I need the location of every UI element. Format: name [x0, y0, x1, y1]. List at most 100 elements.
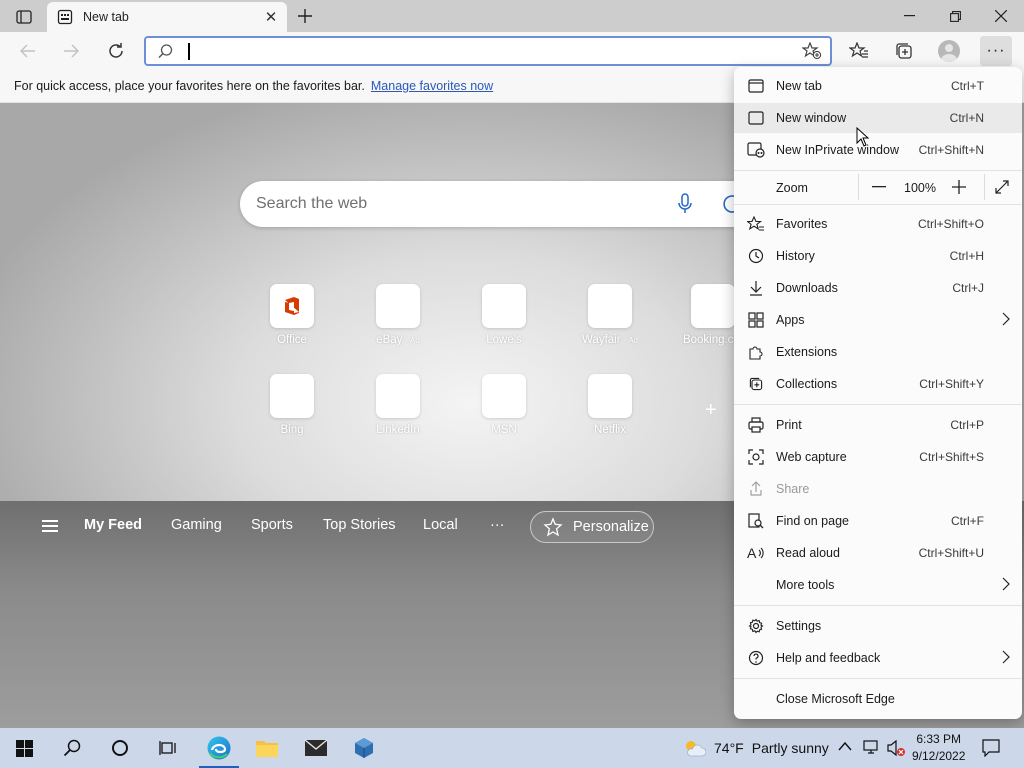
quick-link-bing[interactable]: Bing: [247, 374, 337, 436]
quick-link-netflix[interactable]: Netflix: [565, 374, 655, 436]
forward-arrow-icon: [64, 44, 79, 58]
menu-item-share[interactable]: Share: [734, 474, 1022, 504]
microphone-icon[interactable]: [678, 193, 692, 215]
tile-label: Wayfair · Ad: [582, 334, 638, 346]
quick-link-linkedin[interactable]: LinkedIn: [353, 374, 443, 436]
tab-actions-icon: [16, 10, 32, 24]
add-site-plus-icon[interactable]: +: [705, 399, 717, 422]
quick-link-wayfair[interactable]: Wayfair · Ad: [565, 284, 655, 346]
menu-item-label: Web capture: [776, 450, 847, 464]
tab-new-tab[interactable]: New tab ✕: [47, 2, 287, 32]
feed-tab-gaming[interactable]: Gaming: [171, 517, 222, 533]
menu-item-label: Close Microsoft Edge: [776, 692, 895, 706]
apps-grid-icon: [747, 311, 765, 329]
new-tab-page-icon: [57, 9, 73, 25]
menu-item-new-tab[interactable]: New tab Ctrl+T: [734, 71, 1022, 101]
search-taskbar-button[interactable]: [48, 728, 96, 768]
menu-item-label: Extensions: [776, 345, 838, 359]
menu-item-label: Collections: [776, 377, 838, 391]
add-favorite-icon[interactable]: [802, 42, 822, 60]
search-icon: [63, 739, 81, 757]
menu-item-close-microsoft-edge[interactable]: Close Microsoft Edge: [734, 684, 1022, 714]
msn-icon: [482, 374, 526, 418]
close-tab-icon[interactable]: ✕: [261, 7, 281, 27]
chevron-up-icon[interactable]: [838, 740, 852, 754]
weather-widget[interactable]: 74°F Partly sunny: [682, 738, 829, 758]
tab-actions-button[interactable]: [10, 6, 38, 28]
chevron-right-icon: [1002, 312, 1010, 329]
menu-item-history[interactable]: History Ctrl+H: [734, 241, 1022, 271]
web-search-box[interactable]: Search the web: [240, 181, 760, 227]
forward-button[interactable]: [56, 37, 86, 65]
favorites-button[interactable]: [844, 37, 874, 65]
quick-link-lowes[interactable]: Lowe's: [459, 284, 549, 346]
menu-separator: [734, 404, 1022, 405]
new-tab-plus-button[interactable]: [292, 4, 318, 28]
feed-tab-local[interactable]: Local: [423, 517, 458, 533]
manage-favorites-link[interactable]: Manage favorites now: [371, 79, 493, 93]
booking-icon: [691, 284, 735, 328]
restore-button[interactable]: [932, 0, 978, 32]
menu-item-more-tools[interactable]: More tools: [734, 570, 1022, 600]
menu-hamburger-icon[interactable]: [42, 520, 58, 532]
fullscreen-button[interactable]: [988, 176, 1016, 198]
menu-item-favorites[interactable]: Favorites Ctrl+Shift+O: [734, 209, 1022, 239]
menu-item-settings[interactable]: Settings: [734, 611, 1022, 641]
zoom-in-button[interactable]: [945, 176, 973, 198]
taskbar-edge-button[interactable]: [195, 728, 243, 768]
office-icon: [270, 284, 314, 328]
menu-item-web-capture[interactable]: Web capture Ctrl+Shift+S: [734, 442, 1022, 472]
taskbar-virtualbox-button[interactable]: [340, 728, 388, 768]
menu-item-shortcut: Ctrl+P: [950, 418, 984, 432]
address-bar[interactable]: [144, 36, 832, 66]
weather-temp: 74°F: [714, 740, 744, 756]
text-caret: [188, 43, 190, 60]
web-capture-icon: [747, 448, 765, 466]
collections-icon: [896, 43, 912, 59]
taskbar-clock[interactable]: 6:33 PM 9/12/2022: [912, 731, 965, 765]
menu-item-downloads[interactable]: Downloads Ctrl+J: [734, 273, 1022, 303]
history-clock-icon: [747, 247, 765, 265]
quick-link-ebay[interactable]: eBay · Ad: [353, 284, 443, 346]
menu-item-extensions[interactable]: Extensions: [734, 337, 1022, 367]
feed-tab-my-feed[interactable]: My Feed: [84, 517, 142, 533]
taskbar-mail-button[interactable]: [292, 728, 340, 768]
menu-item-print[interactable]: Print Ctrl+P: [734, 410, 1022, 440]
menu-item-collections[interactable]: Collections Ctrl+Shift+Y: [734, 369, 1022, 399]
close-window-button[interactable]: [978, 0, 1024, 32]
volume-muted-icon[interactable]: [886, 739, 906, 760]
menu-item-new-inprivate-window[interactable]: New InPrivate window Ctrl+Shift+N: [734, 135, 1022, 165]
cortana-button[interactable]: [96, 728, 144, 768]
taskbar-file-explorer-button[interactable]: [243, 728, 291, 768]
menu-item-find-on-page[interactable]: Find on page Ctrl+F: [734, 506, 1022, 536]
menu-item-label: Favorites: [776, 217, 828, 231]
back-button[interactable]: [13, 37, 43, 65]
quick-link-office[interactable]: Office: [247, 284, 337, 346]
start-button[interactable]: [0, 728, 48, 768]
menu-item-help-and-feedback[interactable]: Help and feedback: [734, 643, 1022, 673]
notifications-icon[interactable]: [982, 739, 1000, 760]
menu-item-shortcut: Ctrl+Shift+O: [917, 217, 984, 231]
feed-tab-top-stories[interactable]: Top Stories: [323, 517, 396, 533]
favorites-bar-message: For quick access, place your favorites h…: [14, 79, 365, 93]
network-icon[interactable]: [862, 739, 880, 758]
personalize-label: Personalize: [573, 519, 649, 535]
settings-and-more-button[interactable]: ···: [980, 36, 1012, 66]
minimize-button[interactable]: [886, 0, 932, 32]
quick-link-msn[interactable]: MSN: [459, 374, 549, 436]
task-view-button[interactable]: [144, 728, 192, 768]
menu-item-label: Share: [776, 482, 810, 496]
personalize-button[interactable]: Personalize: [530, 511, 654, 543]
menu-item-new-window[interactable]: New window Ctrl+N: [734, 103, 1022, 133]
menu-item-label: New window: [776, 111, 847, 125]
menu-item-read-aloud[interactable]: A Read aloud Ctrl+Shift+U: [734, 538, 1022, 568]
collections-button[interactable]: [889, 37, 919, 65]
profile-button[interactable]: [934, 37, 964, 65]
zoom-divider: [858, 174, 859, 200]
menu-item-apps[interactable]: Apps: [734, 305, 1022, 335]
zoom-out-button[interactable]: [865, 176, 893, 198]
refresh-button[interactable]: [101, 37, 131, 65]
feed-tab-sports[interactable]: Sports: [251, 517, 293, 533]
feed-more-button[interactable]: ···: [490, 517, 505, 533]
plus-icon: [298, 9, 312, 23]
